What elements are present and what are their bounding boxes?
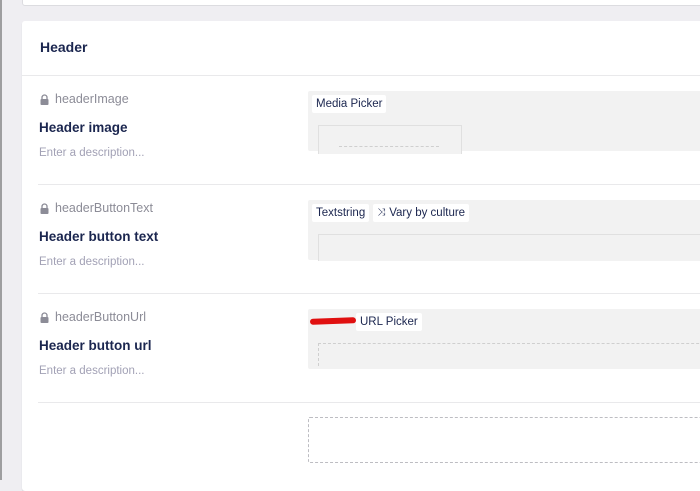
property-alias: headerButtonText: [40, 201, 153, 215]
property-row-header-image[interactable]: headerImage Header image Enter a descrip…: [38, 76, 700, 185]
url-picker-preview: [318, 343, 700, 366]
group-header: Header: [22, 21, 700, 76]
lock-icon[interactable]: [40, 202, 49, 214]
property-description[interactable]: Enter a description...: [39, 256, 144, 268]
vary-by-culture-label: Vary by culture: [389, 207, 466, 219]
add-property-area[interactable]: [308, 417, 700, 463]
property-description[interactable]: Enter a description...: [39, 365, 144, 377]
editor-type-tag: Textstring: [312, 204, 370, 222]
property-group: Header headerImage Header image Enter a …: [22, 21, 700, 491]
property-editor-preview[interactable]: Textstring ⤨ Vary by culture: [308, 200, 700, 261]
editor-type-tag: Media Picker: [312, 95, 387, 113]
shuffle-icon: ⤨: [377, 207, 386, 218]
alias-text[interactable]: headerButtonText: [55, 201, 153, 215]
window-left-edge: [0, 0, 2, 480]
media-picker-preview: [318, 125, 462, 154]
editor-tags: URL Picker: [309, 313, 422, 331]
previous-group-panel: [22, 0, 700, 6]
property-description[interactable]: Enter a description...: [39, 147, 144, 159]
lock-icon[interactable]: [40, 93, 49, 105]
editor-tags: Textstring ⤨ Vary by culture: [312, 204, 470, 222]
group-title[interactable]: Header: [40, 39, 87, 55]
lock-icon[interactable]: [40, 311, 49, 323]
property-row-header-button-text[interactable]: headerButtonText Header button text Ente…: [38, 185, 700, 294]
vary-by-culture-tag: ⤨ Vary by culture: [373, 204, 470, 222]
editor-type-tag: URL Picker: [356, 313, 422, 331]
property-label[interactable]: Header button text: [39, 229, 158, 244]
media-placeholder: [339, 146, 439, 159]
property-editor-preview[interactable]: Media Picker: [308, 91, 700, 154]
property-row-header-button-url[interactable]: headerButtonUrl Header button url Enter …: [38, 294, 700, 403]
alias-text[interactable]: headerImage: [55, 92, 129, 106]
property-label[interactable]: Header image: [39, 120, 128, 135]
redaction-mark: [309, 317, 357, 325]
property-alias: headerImage: [40, 92, 129, 106]
textstring-preview: [318, 234, 700, 261]
property-alias: headerButtonUrl: [40, 310, 146, 324]
alias-text[interactable]: headerButtonUrl: [55, 310, 146, 324]
editor-tags: Media Picker: [312, 95, 387, 113]
property-label[interactable]: Header button url: [39, 338, 152, 353]
property-editor-preview[interactable]: URL Picker: [308, 309, 700, 369]
